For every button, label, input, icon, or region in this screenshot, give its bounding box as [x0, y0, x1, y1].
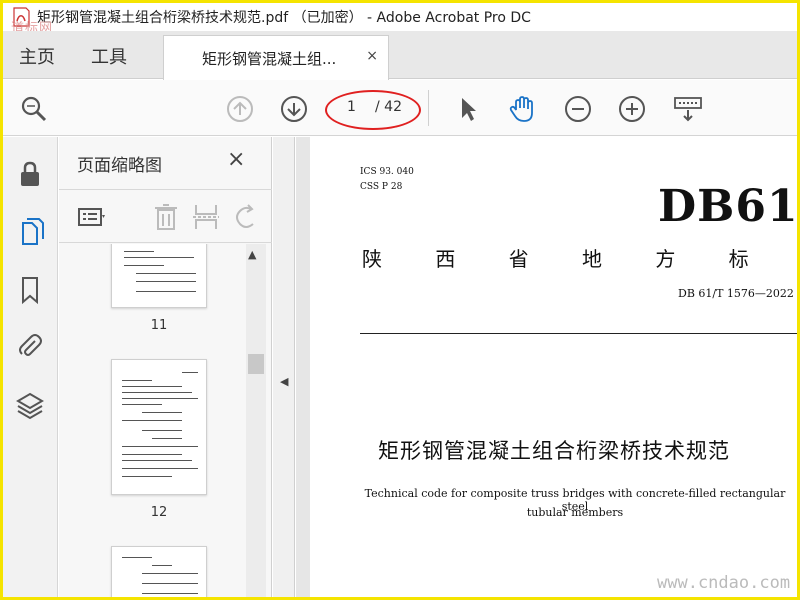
- ccs-code: CSS P 28: [360, 182, 403, 192]
- divider-line: [360, 333, 797, 334]
- document-title-en-line2: tubular members: [526, 506, 624, 519]
- highlight-ellipse: [325, 90, 421, 130]
- zoom-in-icon[interactable]: [617, 94, 647, 124]
- pages-icon[interactable]: [15, 217, 45, 247]
- thumbnail-panel: 页面缩略图 × 11 12 ▲: [59, 137, 272, 597]
- heading-char: 省: [508, 247, 529, 271]
- document-tab[interactable]: 矩形钢管混凝土组... ×: [163, 35, 389, 80]
- thumbnail-options-icon[interactable]: [77, 202, 107, 232]
- document-title-cn: 矩形钢管混凝土组合桁梁桥技术规范: [378, 439, 730, 463]
- toolbar: 1 / 42: [3, 80, 797, 136]
- scroll-up-icon[interactable]: ▲: [248, 248, 256, 261]
- thumbnail-label: 12: [150, 505, 168, 520]
- collapse-arrow-icon[interactable]: ◀: [280, 375, 288, 388]
- document-tab-label: 矩形钢管混凝土组...: [202, 49, 337, 68]
- menu-home[interactable]: 主页: [19, 43, 55, 69]
- bookmark-icon[interactable]: [15, 275, 45, 305]
- heading-char: 陕: [362, 247, 382, 271]
- page-down-icon[interactable]: [279, 94, 309, 124]
- attachment-icon[interactable]: [15, 331, 45, 361]
- search-icon[interactable]: [19, 94, 49, 124]
- thumbnail-list: 11 12: [59, 244, 272, 597]
- standard-number: DB 61/T 1576—2022: [678, 287, 794, 300]
- rotate-page-icon[interactable]: [231, 202, 261, 232]
- toolbar-divider: [428, 90, 429, 126]
- panel-toolbar: [59, 189, 272, 243]
- document-page: ICS 93. 040 CSS P 28 DB61 陕 西 省 地 方 标 准 …: [310, 137, 799, 597]
- ics-code: ICS 93. 040: [360, 167, 414, 177]
- acrobat-window: 矩形钢管混凝土组合桁梁桥技术规范.pdf （已加密） - Adobe Acrob…: [0, 0, 800, 600]
- menu-tools[interactable]: 工具: [91, 43, 127, 69]
- heading-char: 方: [655, 247, 676, 271]
- province-standard-heading: 陕 西 省 地 方 标 准: [362, 243, 797, 272]
- heading-char: 西: [435, 247, 456, 271]
- page-up-icon[interactable]: [225, 94, 255, 124]
- delete-page-icon[interactable]: [151, 202, 181, 232]
- thumbnail-page-12[interactable]: [111, 359, 207, 495]
- window-title: 矩形钢管混凝土组合桁梁桥技术规范.pdf （已加密） - Adobe Acrob…: [37, 10, 531, 26]
- thumbnail-page-11[interactable]: [111, 244, 207, 308]
- thumbnail-page-13[interactable]: [111, 546, 207, 597]
- title-bar: 矩形钢管混凝土组合桁梁桥技术规范.pdf （已加密） - Adobe Acrob…: [3, 3, 797, 31]
- thumbnail-scrollbar[interactable]: ▲: [246, 244, 266, 597]
- hand-tool-icon[interactable]: [507, 94, 537, 124]
- thumbnail-label: 11: [150, 318, 168, 333]
- standard-logo: DB61: [658, 181, 799, 232]
- panel-collapse-strip[interactable]: ◀: [273, 137, 295, 597]
- document-viewer[interactable]: ICS 93. 040 CSS P 28 DB61 陕 西 省 地 方 标 准 …: [296, 137, 799, 597]
- heading-char: 地: [581, 247, 602, 271]
- tab-close-icon[interactable]: ×: [366, 48, 378, 64]
- left-rail: [3, 137, 58, 597]
- heading-char: 标: [728, 247, 749, 271]
- tab-row: 主页 工具 矩形钢管混凝土组... ×: [3, 31, 797, 80]
- zoom-out-icon[interactable]: [563, 94, 593, 124]
- layers-icon[interactable]: [15, 391, 45, 421]
- keyboard-icon[interactable]: [673, 94, 703, 124]
- panel-title: 页面缩略图: [77, 156, 162, 176]
- watermark-bottom: www.cndao.com: [657, 573, 791, 593]
- select-arrow-icon[interactable]: [453, 94, 483, 124]
- lock-icon[interactable]: [15, 159, 45, 189]
- scroll-thumb[interactable]: [248, 354, 264, 374]
- extract-page-icon[interactable]: [191, 202, 221, 232]
- panel-close-icon[interactable]: ×: [227, 147, 245, 172]
